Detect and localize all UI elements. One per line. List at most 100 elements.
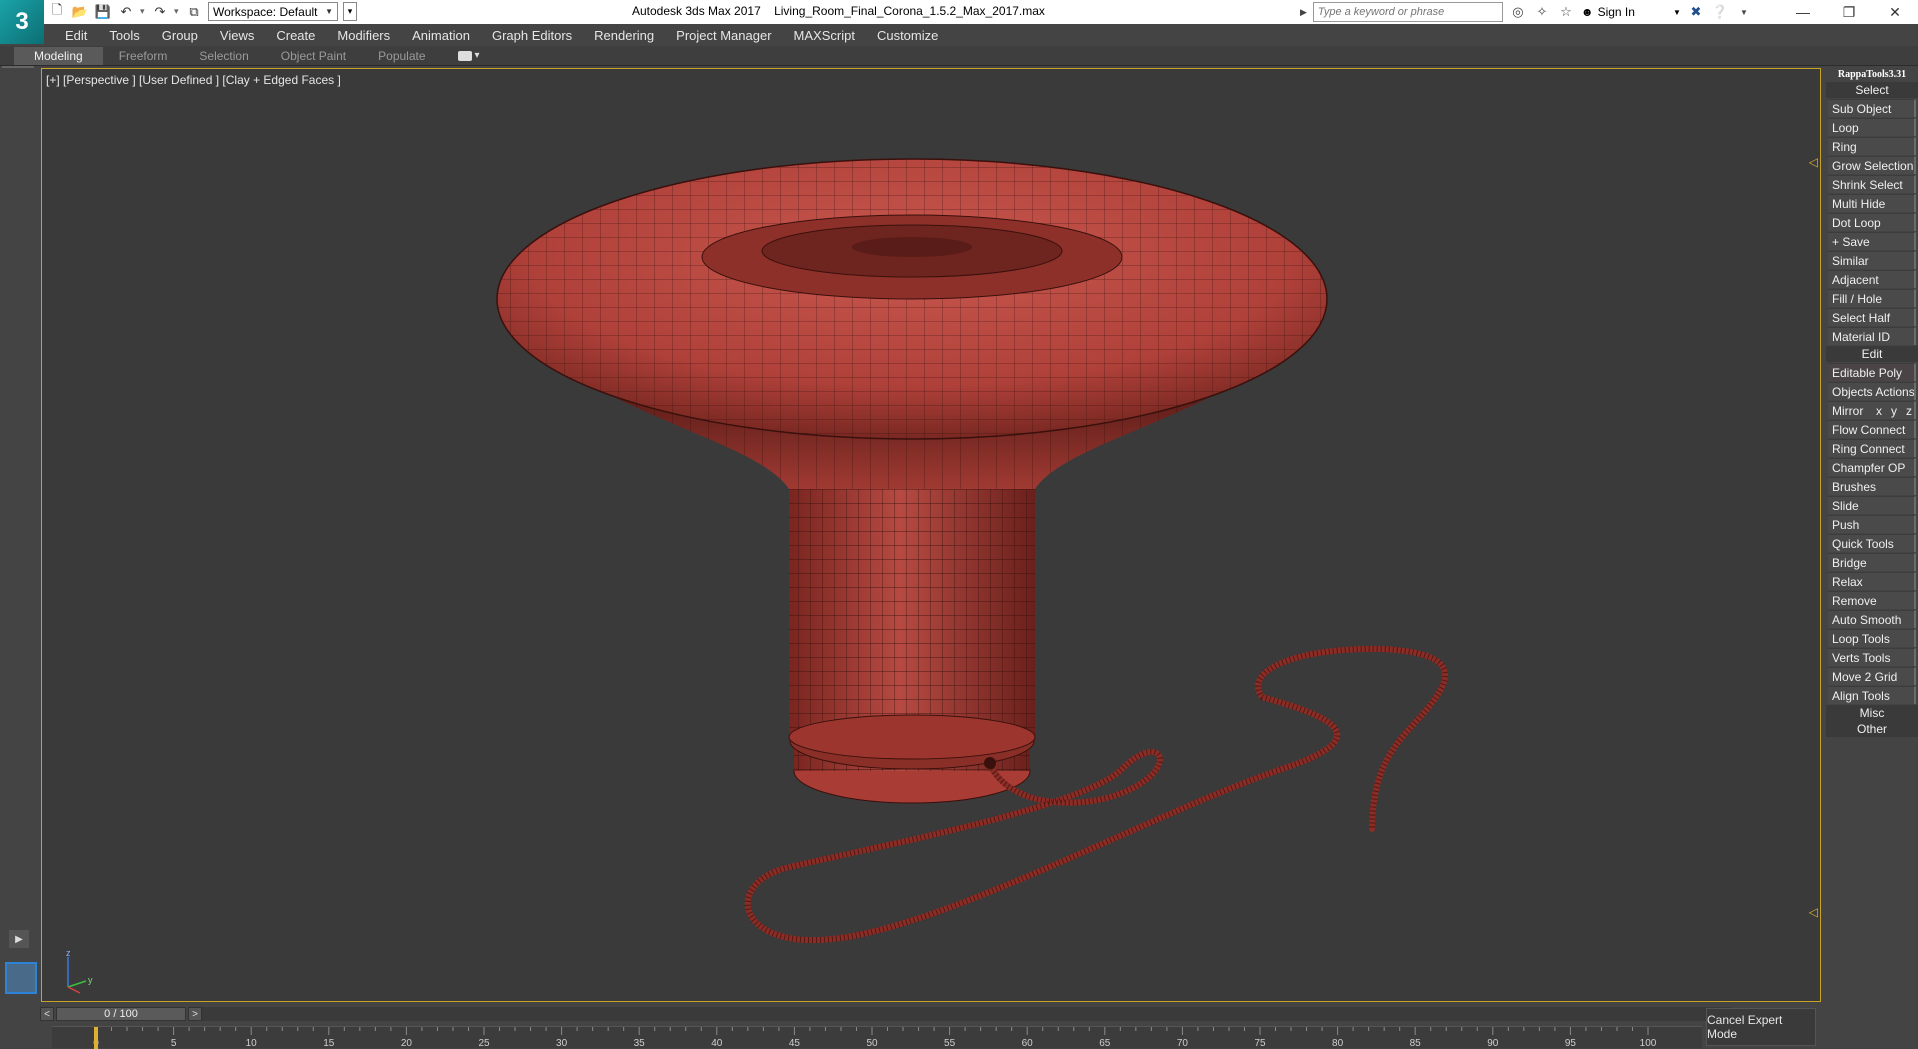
mirror-z-button[interactable]: z [1906,402,1912,419]
track-bar[interactable]: 0510152025303540455055606570758085909510… [52,1026,1702,1049]
frame-tick-label: 100 [1640,1038,1657,1049]
prev-frame-button[interactable]: < [40,1007,54,1021]
slide-button[interactable]: Slide [1828,496,1916,514]
select-half-button[interactable]: Select Half [1828,308,1916,326]
ribbon-minimize-toggle[interactable]: ▾ [457,50,480,61]
frame-tick-label: 70 [1177,1038,1189,1049]
time-slider-track[interactable] [202,1007,1732,1021]
left-command-strip [0,66,40,1001]
restore-icon[interactable]: ❐ [1826,0,1872,24]
workspace-selector[interactable]: Workspace: Default ▼ [208,2,338,21]
signin-button[interactable]: ☻ Sign In ▼ [1581,5,1681,19]
menu-tools[interactable]: Tools [98,28,150,43]
grow-selection-button[interactable]: Grow Selection [1828,156,1916,174]
minimize-icon[interactable]: — [1780,0,1826,24]
logo-text: 3 [15,8,29,35]
redo-icon[interactable]: ↷ [151,3,169,21]
open-file-icon[interactable]: 📂 [71,3,89,21]
help-icon[interactable]: ❔ [1711,3,1729,21]
frame-tick-label: 35 [634,1038,646,1049]
section-other[interactable]: Other [1826,721,1918,737]
search-input[interactable] [1312,2,1503,22]
binoculars-icon[interactable]: ◎ [1509,3,1527,21]
project-folder-icon[interactable]: ⧉ [185,3,203,21]
mirror-button[interactable]: Mirror x y z [1828,401,1916,419]
frame-tick-label: 80 [1332,1038,1344,1049]
favorites-star-icon[interactable]: ☆ [1557,3,1575,21]
menu-customize[interactable]: Customize [866,28,949,43]
mirror-x-button[interactable]: x [1876,402,1882,419]
tab-selection[interactable]: Selection [199,49,270,63]
perspective-viewport[interactable]: [+] [Perspective ] [User Defined ] [Clay… [41,68,1821,1002]
quick-tools-button[interactable]: Quick Tools [1828,534,1916,552]
frame-tick-label: 25 [478,1038,490,1049]
next-frame-button[interactable]: > [188,1007,202,1021]
loop-button[interactable]: Loop [1828,118,1916,136]
menu-graph-editors[interactable]: Graph Editors [481,28,583,43]
menu-group[interactable]: Group [151,28,209,43]
section-select[interactable]: Select [1826,82,1918,98]
ring-connect-button[interactable]: Ring Connect [1828,439,1916,457]
ring-button[interactable]: Ring [1828,137,1916,155]
menu-animation[interactable]: Animation [401,28,481,43]
menu-maxscript[interactable]: MAXScript [783,28,866,43]
multi-hide-button[interactable]: Multi Hide [1828,194,1916,212]
champfer-op-button[interactable]: Champfer OP [1828,458,1916,476]
lamp-mesh [496,158,1448,944]
section-misc[interactable]: Misc [1826,705,1918,721]
customize-toolbar-icon[interactable]: ▾ [343,2,357,21]
move-2-grid-button[interactable]: Move 2 Grid [1828,667,1916,685]
cancel-expert-mode-button[interactable]: Cancel Expert Mode [1706,1008,1816,1046]
close-icon[interactable]: ✕ [1872,0,1918,24]
bridge-button[interactable]: Bridge [1828,553,1916,571]
play-icon[interactable]: ▶ [9,930,29,948]
menu-edit[interactable]: Edit [54,28,98,43]
material-id-button[interactable]: Material ID [1828,327,1916,345]
dot-loop-button[interactable]: Dot Loop [1828,213,1916,231]
menu-create[interactable]: Create [265,28,326,43]
signin-label: Sign In [1597,5,1635,19]
viewport-layout-thumbnail[interactable] [5,962,37,994]
exchange-apps-icon[interactable]: ✖ [1687,3,1705,21]
frame-tick-label: 65 [1099,1038,1111,1049]
expand-arrow-icon[interactable]: ▶ [1300,7,1307,18]
save-selection-button[interactable]: + Save [1828,232,1916,250]
menu-project-manager[interactable]: Project Manager [665,28,782,43]
relax-button[interactable]: Relax [1828,572,1916,590]
window-controls: — ❐ ✕ [1780,0,1918,24]
menu-rendering[interactable]: Rendering [583,28,665,43]
objects-actions-button[interactable]: Objects Actions [1828,382,1916,400]
remove-button[interactable]: Remove [1828,591,1916,609]
fill-hole-button[interactable]: Fill / Hole [1828,289,1916,307]
redo-dropdown-icon[interactable]: ▾ [174,6,180,17]
tab-freeform[interactable]: Freeform [119,49,190,63]
menu-modifiers[interactable]: Modifiers [326,28,401,43]
shrink-select-button[interactable]: Shrink Select [1828,175,1916,193]
loop-tools-button[interactable]: Loop Tools [1828,629,1916,647]
time-slider-thumb[interactable]: 0 / 100 [56,1007,186,1021]
adjacent-button[interactable]: Adjacent [1828,270,1916,288]
similar-button[interactable]: Similar [1828,251,1916,269]
auto-smooth-button[interactable]: Auto Smooth [1828,610,1916,628]
tab-modeling[interactable]: Modeling [14,46,103,65]
mirror-y-button[interactable]: y [1891,402,1897,419]
editable-poly-button[interactable]: Editable Poly [1828,363,1916,381]
tab-populate[interactable]: Populate [378,49,447,63]
subscription-icon[interactable]: ✧ [1533,3,1551,21]
menu-views[interactable]: Views [209,28,265,43]
section-edit[interactable]: Edit [1826,346,1918,362]
flow-connect-button[interactable]: Flow Connect [1828,420,1916,438]
help-dropdown-icon[interactable]: ▼ [1735,3,1753,21]
strip-divider [2,66,34,68]
sub-object-button[interactable]: Sub Object [1828,99,1916,117]
verts-tools-button[interactable]: Verts Tools [1828,648,1916,666]
align-tools-button[interactable]: Align Tools [1828,686,1916,704]
undo-dropdown-icon[interactable]: ▾ [140,6,146,17]
push-button[interactable]: Push [1828,515,1916,533]
new-file-icon[interactable]: 🗋 [48,2,66,21]
save-icon[interactable]: 💾 [94,3,112,21]
undo-icon[interactable]: ↶ [117,3,135,21]
app-logo[interactable]: 3 [0,0,44,44]
tab-object-paint[interactable]: Object Paint [281,49,368,63]
brushes-button[interactable]: Brushes [1828,477,1916,495]
